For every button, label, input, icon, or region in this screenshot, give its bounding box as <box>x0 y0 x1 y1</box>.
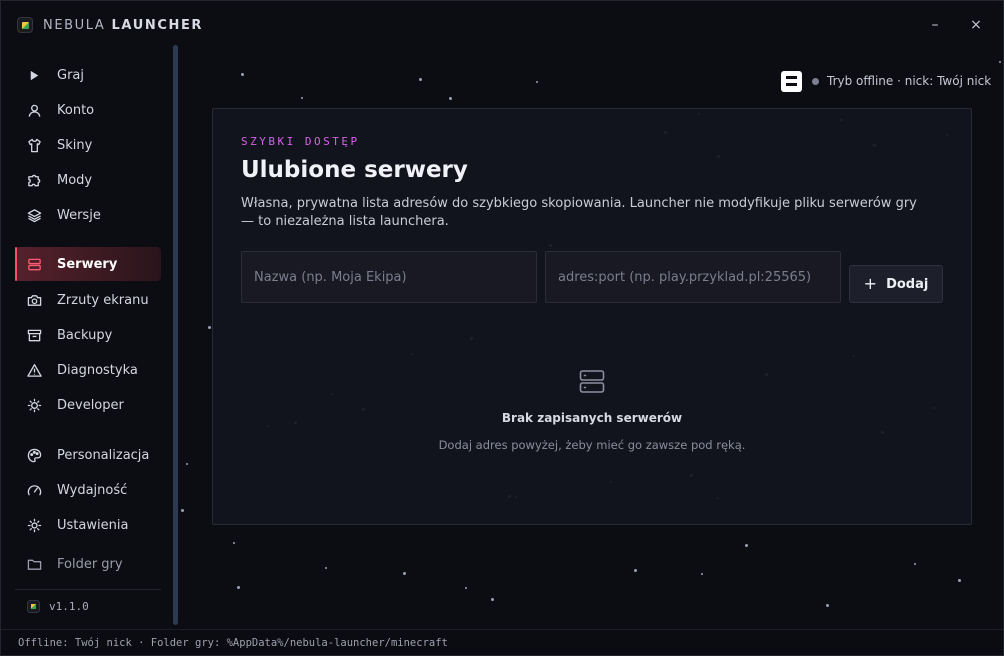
launcher-window: NEBULA LAUNCHER – × Graj Konto Skiny Mod… <box>0 0 1004 656</box>
sidebar-item-label: Graj <box>57 67 84 83</box>
server-icon <box>25 255 43 273</box>
server-name-placeholder: Nazwa (np. Moja Ekipa) <box>254 269 407 285</box>
user-icon <box>25 101 43 119</box>
plus-icon: + <box>863 274 878 293</box>
sidebar-item-personalizacja[interactable]: Personalizacja <box>15 438 161 472</box>
sidebar-item-label: Wydajność <box>57 482 128 498</box>
server-address-input[interactable]: adres:port (np. play.przyklad.pl:25565) <box>545 251 841 303</box>
camera-icon <box>25 291 43 309</box>
close-button[interactable]: × <box>964 13 988 37</box>
sidebar-item-label: Mody <box>57 172 93 188</box>
sidebar-scrollbar[interactable] <box>173 45 178 625</box>
sidebar-item-mody[interactable]: Mody <box>15 163 161 197</box>
warning-icon <box>25 361 43 379</box>
bug-icon <box>25 396 43 414</box>
sidebar-item-backupy[interactable]: Backupy <box>15 318 161 352</box>
sidebar-item-ustawienia[interactable]: Ustawienia <box>15 508 161 542</box>
sidebar-item-label: Serwery <box>57 256 118 272</box>
status-bar: Offline: Twój nick · Folder gry: %AppDat… <box>1 629 1003 655</box>
sidebar-item-wydajnosc[interactable]: Wydajność <box>15 473 161 507</box>
gear-icon <box>25 516 43 534</box>
empty-state-subtitle: Dodaj adres powyżej, żeby mieć go zawsze… <box>438 438 746 452</box>
page-title: Ulubione serwery <box>241 157 468 183</box>
sidebar-item-label: Ustawienia <box>57 517 129 533</box>
sidebar-item-zrzuty-ekranu[interactable]: Zrzuty ekranu <box>15 283 161 317</box>
sidebar-divider <box>15 589 161 590</box>
add-server-label: Dodaj <box>886 276 929 292</box>
app-title-second: LAUNCHER <box>111 18 204 33</box>
account-status-text: Tryb offline · nick: Twój nick <box>827 74 992 88</box>
sidebar-item-folder-gry[interactable]: Folder gry <box>15 547 161 581</box>
sidebar-item-label: Folder gry <box>57 556 123 572</box>
sidebar-item-label: Konto <box>57 102 95 118</box>
sidebar-item-label: Skiny <box>57 137 93 153</box>
server-address-placeholder: adres:port (np. play.przyklad.pl:25565) <box>558 269 812 285</box>
version-info: v1.1.0 <box>27 600 89 613</box>
sidebar-item-graj[interactable]: Graj <box>15 58 161 92</box>
favorite-servers-card: SZYBKI DOSTĘP Ulubione serwery Własna, p… <box>212 108 972 525</box>
sidebar-item-label: Backupy <box>57 327 113 343</box>
server-icon <box>579 370 605 393</box>
title-bar: NEBULA LAUNCHER – × <box>1 1 1003 49</box>
server-name-input[interactable]: Nazwa (np. Moja Ekipa) <box>241 251 537 303</box>
page-description: Własna, prywatna lista adresów do szybki… <box>241 196 917 229</box>
sidebar-item-skiny[interactable]: Skiny <box>15 128 161 162</box>
sidebar-item-wersje[interactable]: Wersje <box>15 198 161 232</box>
archive-icon <box>25 326 43 344</box>
sidebar-item-label: Personalizacja <box>57 447 150 463</box>
sidebar-item-diagnostyka[interactable]: Diagnostyka <box>15 353 161 387</box>
sidebar-item-label: Wersje <box>57 207 101 223</box>
sidebar-item-serwery[interactable]: Serwery <box>15 247 161 281</box>
layers-icon <box>25 206 43 224</box>
sidebar-item-label: Developer <box>57 397 124 413</box>
section-eyebrow: SZYBKI DOSTĘP <box>241 135 360 148</box>
sidebar-item-konto[interactable]: Konto <box>15 93 161 127</box>
avatar <box>781 70 802 92</box>
shirt-icon <box>25 136 43 154</box>
sidebar-item-developer[interactable]: Developer <box>15 388 161 422</box>
play-icon <box>25 66 43 84</box>
add-server-button[interactable]: + Dodaj <box>849 265 943 303</box>
palette-icon <box>25 446 43 464</box>
version-label: v1.1.0 <box>49 600 89 613</box>
app-title-first: NEBULA <box>43 18 106 33</box>
launcher-logo-icon <box>27 600 40 613</box>
minimize-button[interactable]: – <box>923 13 947 37</box>
folder-icon <box>25 555 43 573</box>
puzzle-icon <box>25 171 43 189</box>
gauge-icon <box>25 481 43 499</box>
account-status: Tryb offline · nick: Twój nick <box>781 70 991 92</box>
sidebar: Graj Konto Skiny Mody Wersje Serwery Zrz… <box>1 49 173 627</box>
sidebar-item-label: Zrzuty ekranu <box>57 292 149 308</box>
status-bar-text: Offline: Twój nick · Folder gry: %AppDat… <box>18 636 448 649</box>
launcher-logo-icon <box>17 17 33 33</box>
sidebar-item-label: Diagnostyka <box>57 362 138 378</box>
app-title: NEBULA LAUNCHER <box>43 18 203 33</box>
empty-state-title: Brak zapisanych serwerów <box>501 411 683 425</box>
offline-status-dot <box>812 77 819 85</box>
